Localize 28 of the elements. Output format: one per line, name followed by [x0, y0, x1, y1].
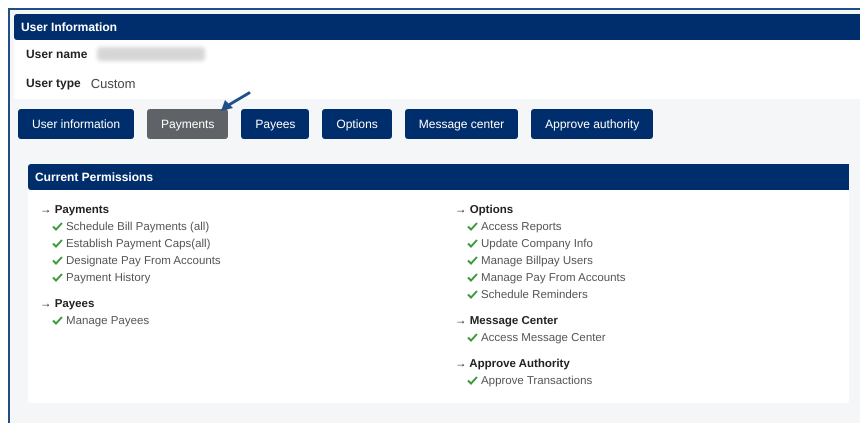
permission-item: Manage Pay From Accounts [481, 272, 626, 284]
permission-item: Payment History [66, 272, 150, 284]
field-label: User type [26, 76, 81, 90]
tab-button[interactable]: Payees [241, 109, 310, 139]
section-header: User Information [14, 14, 860, 40]
permission-item: Access Message Center [481, 332, 606, 344]
permission-item: Manage Billpay Users [481, 254, 593, 266]
group-heading: → Options [455, 203, 514, 218]
permission-item: Designate Pay From Accounts [66, 254, 221, 266]
permission-item: Schedule Reminders [481, 288, 588, 300]
tab-button[interactable]: Options [322, 109, 392, 139]
tab-button[interactable]: User information [18, 109, 134, 139]
permission-item: Schedule Bill Payments (all) [66, 220, 210, 232]
field-value: Custom [90, 76, 136, 90]
tab-button[interactable]: Payments [147, 109, 228, 139]
group-heading: → Payees [40, 297, 96, 312]
permission-item: Approve Transactions [481, 374, 592, 386]
tab-button[interactable]: Message center [404, 109, 518, 139]
group-heading: → Approve Authority [455, 357, 571, 372]
permission-item: Access Reports [481, 220, 562, 232]
group-heading: → Message Center [455, 314, 559, 329]
field-label: User name [26, 47, 88, 61]
tab-button[interactable]: Approve authority [531, 109, 654, 139]
permission-item: Manage Payees [66, 314, 150, 326]
section-header: Current Permissions [28, 164, 849, 190]
permission-item: Establish Payment Caps(all) [66, 238, 210, 250]
permission-item: Update Company Info [481, 238, 593, 250]
group-heading: → Payments [40, 203, 110, 218]
